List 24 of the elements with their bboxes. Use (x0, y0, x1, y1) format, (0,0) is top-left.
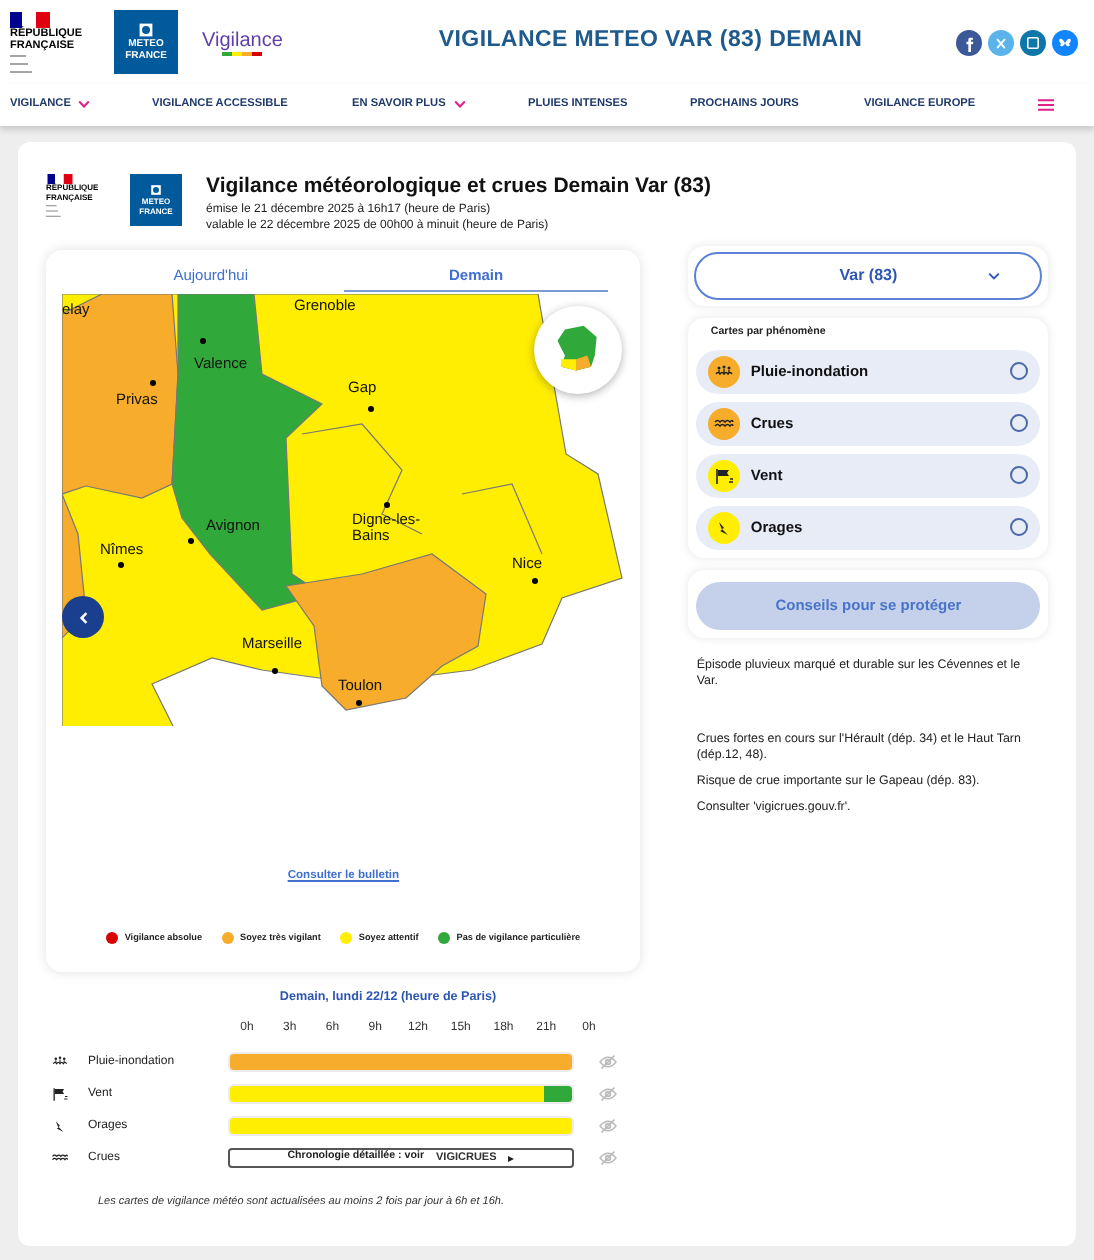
menu-icon[interactable] (1038, 98, 1054, 112)
department-select[interactable]: Var (83) (694, 252, 1042, 300)
france-minimap[interactable] (534, 306, 622, 394)
radio-button[interactable] (1010, 466, 1028, 485)
radio-button[interactable] (1010, 362, 1028, 381)
flag-icon (46, 174, 74, 184)
vigilance-logo: Vigilance (202, 29, 283, 51)
butterfly-icon[interactable] (1052, 29, 1078, 55)
radio-button[interactable] (1010, 518, 1028, 537)
page-title: VIGILANCE METEO VAR (83) DEMAIN (438, 26, 863, 57)
flag-icon (10, 11, 50, 27)
radio-button[interactable] (1010, 414, 1028, 433)
chevron-down-icon (988, 272, 1000, 280)
logo-icon (138, 22, 154, 38)
chevron-down-icon (453, 100, 466, 109)
chevron-down-icon (78, 100, 91, 109)
bulletin-title: Vigilance météorologique et crues Demain Var (83) (206, 174, 711, 198)
logo-icon (150, 184, 162, 196)
motto-icon (10, 53, 34, 73)
motto-icon (46, 204, 62, 218)
facebook-icon[interactable] (956, 29, 982, 55)
play-icon (508, 1155, 515, 1162)
chevron-left-icon (75, 609, 91, 625)
flag-icon (50, 1084, 70, 1105)
